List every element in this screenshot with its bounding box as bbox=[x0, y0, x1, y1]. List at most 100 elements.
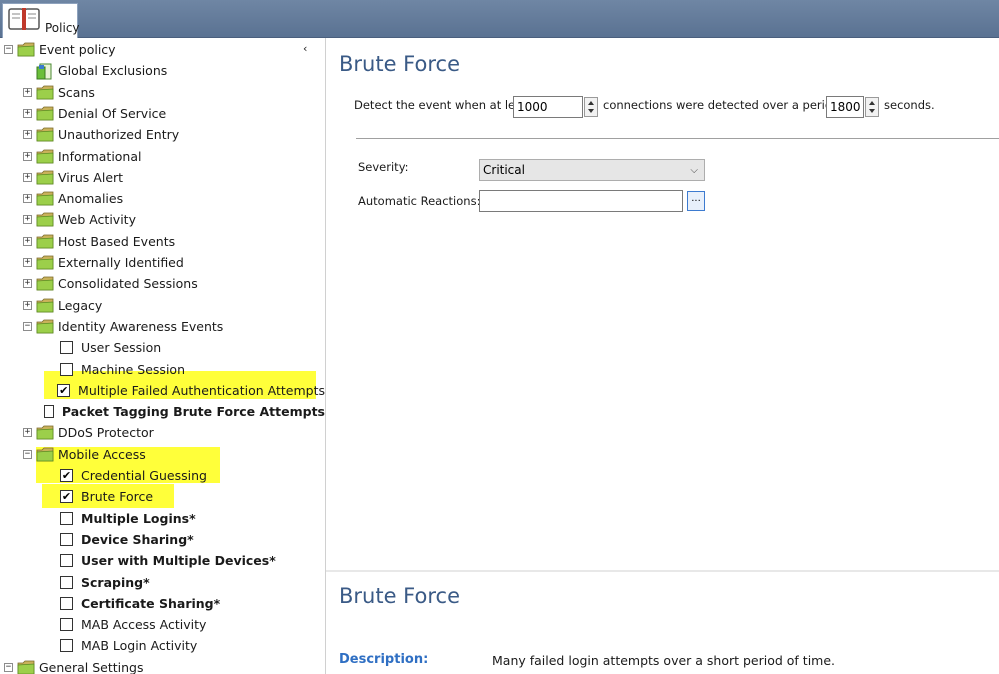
collapse-icon[interactable]: − bbox=[4, 662, 13, 672]
tree-item[interactable]: − Identity Awareness Events bbox=[0, 316, 325, 337]
checkbox[interactable] bbox=[60, 511, 73, 525]
tree-item[interactable]: + Externally Identified bbox=[0, 252, 325, 273]
folder-icon bbox=[17, 660, 35, 674]
stepper-up-icon bbox=[588, 101, 594, 105]
checkbox[interactable]: ✔ bbox=[60, 469, 73, 482]
tree-item[interactable]: − Mobile Access bbox=[0, 444, 325, 465]
expand-icon[interactable]: + bbox=[23, 130, 32, 140]
period-stepper[interactable] bbox=[865, 97, 879, 117]
checkbox[interactable] bbox=[60, 554, 73, 568]
severity-select[interactable]: Critical ⌵ bbox=[479, 159, 705, 181]
period-input[interactable]: 1800 bbox=[826, 96, 864, 118]
tree-item[interactable]: Machine Session bbox=[0, 359, 325, 380]
folder-icon bbox=[36, 425, 54, 440]
connections-input[interactable]: 1000 bbox=[513, 96, 583, 118]
expand-icon[interactable]: + bbox=[23, 172, 32, 182]
tree-label: Virus Alert bbox=[58, 169, 124, 185]
tree-root-event-policy[interactable]: − Event policy bbox=[0, 39, 325, 60]
tree-item[interactable]: + Unauthorized Entry bbox=[0, 124, 325, 145]
tree-item[interactable]: + Informational bbox=[0, 146, 325, 167]
automatic-reactions-input[interactable] bbox=[479, 190, 683, 212]
folder-icon bbox=[36, 255, 54, 270]
tree-root-general-settings[interactable]: − General Settings bbox=[0, 657, 325, 674]
tree-item[interactable]: + Scans bbox=[0, 82, 325, 103]
tree-item[interactable]: User Session bbox=[0, 337, 325, 358]
checkbox[interactable]: ✔ bbox=[60, 490, 73, 504]
expand-icon[interactable]: + bbox=[23, 279, 32, 289]
tree-label: Credential Guessing bbox=[81, 468, 207, 483]
checkbox[interactable] bbox=[60, 341, 73, 355]
page-title: Brute Force bbox=[339, 52, 460, 76]
expand-icon[interactable]: + bbox=[23, 236, 32, 246]
collapse-icon[interactable]: − bbox=[23, 449, 32, 459]
tree-label: Legacy bbox=[58, 297, 103, 313]
tree-label: Multiple Logins* bbox=[81, 510, 196, 526]
tree-item[interactable]: + Legacy bbox=[0, 295, 325, 316]
tree-label: Mobile Access bbox=[58, 446, 146, 462]
tree-item[interactable]: MAB Login Activity bbox=[0, 635, 325, 656]
tree-item[interactable]: ✔ Multiple Failed Authentication Attempts bbox=[0, 380, 325, 401]
tree-label: Unauthorized Entry bbox=[58, 127, 180, 143]
tree-item[interactable]: ✔ Credential Guessing bbox=[0, 465, 325, 486]
checkbox[interactable] bbox=[60, 362, 73, 376]
tree-item[interactable]: + Web Activity bbox=[0, 209, 325, 230]
tree-item[interactable]: + Consolidated Sessions bbox=[0, 273, 325, 294]
folder-icon bbox=[36, 319, 54, 334]
folder-icon bbox=[36, 298, 54, 313]
checkbox[interactable] bbox=[60, 532, 73, 546]
tree-item[interactable]: Scraping* bbox=[0, 572, 325, 593]
expand-icon[interactable]: + bbox=[23, 300, 32, 310]
collapse-icon[interactable]: − bbox=[23, 321, 32, 331]
tree-label: DDoS Protector bbox=[58, 425, 154, 441]
tree-label: Web Activity bbox=[58, 212, 136, 228]
folder-icon bbox=[36, 85, 54, 100]
checkbox[interactable] bbox=[60, 618, 73, 632]
tree-item[interactable]: ✔ Brute Force bbox=[0, 486, 325, 507]
tab-policy-label: Policy bbox=[45, 21, 80, 35]
tree-item[interactable]: Certificate Sharing* bbox=[0, 593, 325, 614]
tree-item[interactable]: Device Sharing* bbox=[0, 529, 325, 550]
tree-label: Device Sharing* bbox=[81, 531, 194, 547]
tree-label: Packet Tagging Brute Force Attempts bbox=[61, 404, 325, 420]
tree-item[interactable]: Multiple Logins* bbox=[0, 508, 325, 529]
tree-item[interactable]: + Virus Alert bbox=[0, 167, 325, 188]
tree-item[interactable]: + DDoS Protector bbox=[0, 422, 325, 443]
checkbox[interactable]: ✔ bbox=[57, 383, 71, 397]
tree-item[interactable]: MAB Access Activity bbox=[0, 614, 325, 635]
tree-item[interactable]: Packet Tagging Brute Force Attempts bbox=[0, 401, 325, 422]
tab-policy[interactable]: Policy bbox=[2, 3, 80, 38]
expand-icon[interactable]: + bbox=[23, 258, 32, 267]
checkbox[interactable] bbox=[60, 575, 73, 589]
checkbox[interactable] bbox=[60, 639, 73, 653]
expand-icon[interactable]: + bbox=[23, 215, 32, 225]
tree-item[interactable]: + Denial Of Service bbox=[0, 103, 325, 124]
detect-middle-label: connections were detected over a period … bbox=[603, 98, 854, 112]
tree-item[interactable]: + Host Based Events bbox=[0, 231, 325, 252]
folder-icon bbox=[36, 170, 54, 185]
checkbox[interactable] bbox=[43, 405, 54, 419]
tree-label: Informational bbox=[58, 148, 142, 164]
detect-suffix-label: seconds. bbox=[884, 98, 935, 112]
stepper-down-icon bbox=[588, 109, 594, 113]
expand-icon[interactable]: + bbox=[23, 151, 32, 161]
tree-item[interactable]: User with Multiple Devices* bbox=[0, 550, 325, 571]
tree-label: Scans bbox=[58, 84, 95, 100]
folder-icon bbox=[36, 106, 54, 121]
folder-icon bbox=[36, 191, 54, 206]
exclusions-icon bbox=[36, 63, 54, 80]
tree-label: Anomalies bbox=[58, 191, 124, 207]
folder-icon bbox=[36, 127, 54, 142]
checkbox[interactable] bbox=[60, 596, 73, 610]
section-divider bbox=[356, 138, 999, 139]
expand-icon[interactable]: + bbox=[23, 108, 32, 118]
expand-icon[interactable]: + bbox=[23, 194, 32, 204]
tree-item[interactable]: Global Exclusions bbox=[0, 60, 325, 81]
stepper-down-icon bbox=[869, 109, 875, 113]
tree-label: Identity Awareness Events bbox=[58, 318, 224, 334]
tree-item[interactable]: + Anomalies bbox=[0, 188, 325, 209]
expand-icon[interactable]: + bbox=[23, 428, 32, 438]
collapse-icon[interactable]: − bbox=[4, 45, 13, 54]
browse-reactions-button[interactable]: ... bbox=[687, 191, 705, 211]
expand-icon[interactable]: + bbox=[23, 87, 32, 97]
connections-stepper[interactable] bbox=[584, 97, 598, 117]
